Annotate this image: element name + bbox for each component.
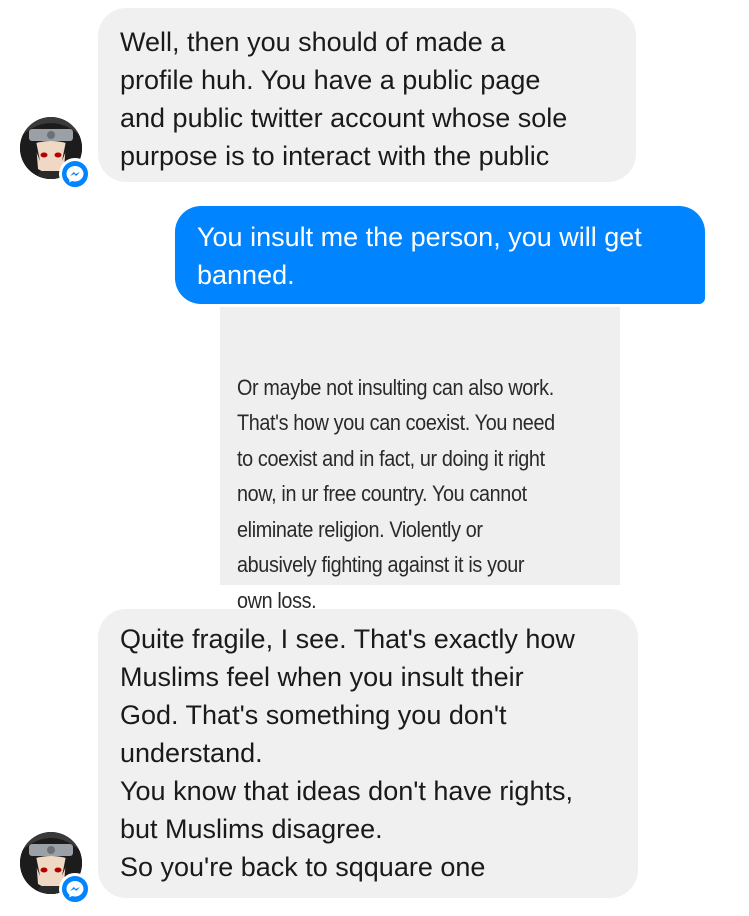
outgoing-image-message[interactable]: Or maybe not insulting can also work. Th…: [220, 307, 620, 613]
incoming-message-bubble[interactable]: Well, then you should of made a profile …: [98, 8, 636, 182]
outgoing-message-bubble[interactable]: You insult me the person, you will get b…: [175, 206, 705, 304]
messenger-icon: [66, 166, 84, 183]
image-text-content: Or maybe not insulting can also work. Th…: [237, 374, 555, 613]
messenger-icon: [66, 881, 84, 898]
incoming-message-bubble[interactable]: Quite fragile, I see. That's exactly how…: [98, 609, 638, 898]
messenger-badge: [59, 158, 91, 190]
messenger-badge: [59, 873, 91, 905]
